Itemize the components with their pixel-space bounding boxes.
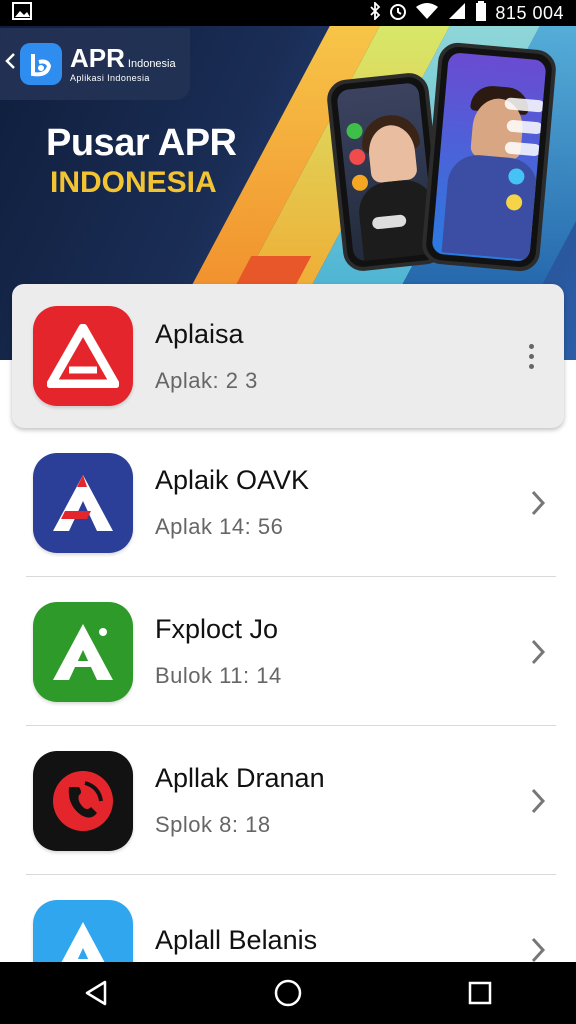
brand-region: Indonesia xyxy=(127,58,176,70)
app-name: Fxploct Jo xyxy=(155,614,279,644)
status-time: 815 004 xyxy=(495,2,564,23)
app-name: Aplaisa xyxy=(155,318,244,349)
back-chevron-icon[interactable] xyxy=(4,51,18,77)
app-name: Aplaik OAVK xyxy=(155,465,310,495)
app-name: Apllak Dranan xyxy=(155,763,325,793)
a-logo-icon xyxy=(33,306,133,406)
chevron-right-icon[interactable] xyxy=(518,936,558,964)
chevron-right-icon[interactable] xyxy=(518,638,558,666)
brand-name: APR xyxy=(70,43,125,73)
app-meta: Aplak 14: 56 xyxy=(155,514,284,539)
app-list-item[interactable]: Aplaisa Aplak: 2 3 xyxy=(12,284,564,428)
phone-swirl-icon xyxy=(33,750,133,851)
wifi-icon xyxy=(415,2,439,25)
banner-title: Pusar APR xyxy=(46,122,237,164)
app-list-item[interactable]: Fxploct Jo Bulok 11: 14 xyxy=(0,577,576,726)
navigation-bar xyxy=(0,962,576,1024)
more-options-icon[interactable] xyxy=(516,343,546,369)
back-icon[interactable] xyxy=(76,973,116,1013)
app-meta: Aplak: 2 3 xyxy=(155,367,258,393)
app-name: Aplall Belanis xyxy=(155,925,318,955)
bluetooth-icon xyxy=(369,0,381,25)
a-logo-icon xyxy=(33,601,133,702)
banner-subtitle: INDONESIA xyxy=(50,166,217,199)
app-list: Aplaisa Aplak: 2 3 Aplaik OAVK Aplak 14:… xyxy=(0,284,576,1024)
brand-header[interactable]: APR Indonesia Aplikasi Indonesia xyxy=(0,28,190,100)
status-bar: 815 004 xyxy=(0,0,576,26)
alarm-icon xyxy=(389,2,407,25)
battery-icon xyxy=(475,0,487,26)
a-logo-icon xyxy=(33,452,133,553)
app-list-item[interactable]: Aplaik OAVK Aplak 14: 56 xyxy=(0,428,576,577)
chevron-right-icon[interactable] xyxy=(518,787,558,815)
app-list-item[interactable]: Apllak Dranan Splok 8: 18 xyxy=(0,726,576,875)
recents-icon[interactable] xyxy=(460,973,500,1013)
app-meta: Splok 8: 18 xyxy=(155,812,271,837)
chevron-right-icon[interactable] xyxy=(518,489,558,517)
signal-icon xyxy=(447,2,467,25)
app-meta: Bulok 11: 14 xyxy=(155,663,282,688)
gallery-icon xyxy=(12,1,32,25)
phone-illustration xyxy=(420,41,558,273)
brand-tagline: Aplikasi Indonesia xyxy=(70,73,150,83)
home-icon[interactable] xyxy=(268,973,308,1013)
app-logo-icon xyxy=(20,43,62,85)
